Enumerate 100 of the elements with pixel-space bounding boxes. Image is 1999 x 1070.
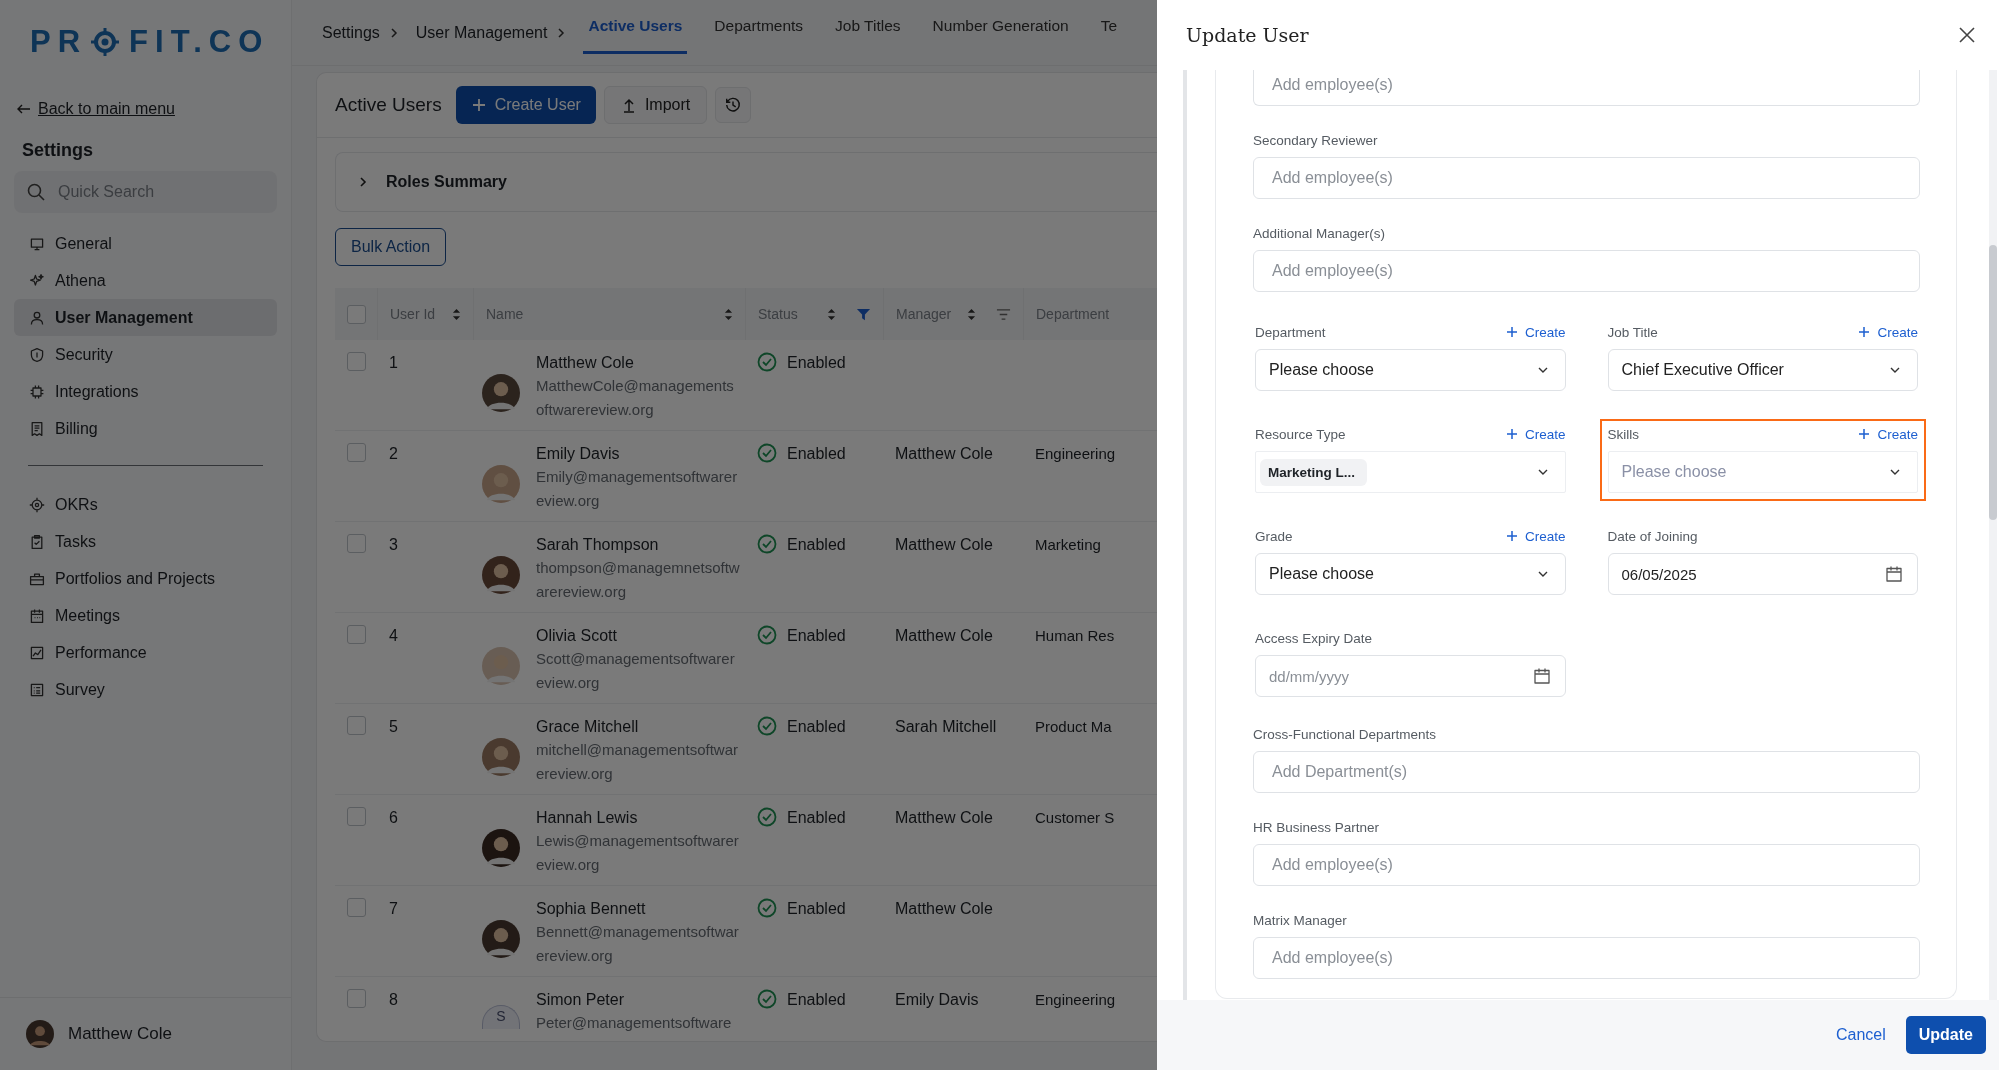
input-field[interactable]: Add Department(s) bbox=[1253, 751, 1920, 793]
check-circle-icon bbox=[757, 898, 777, 918]
sidebar-item[interactable]: Integrations bbox=[14, 373, 277, 410]
sort-icon[interactable] bbox=[967, 307, 976, 321]
select-field[interactable]: Please choose bbox=[1255, 553, 1566, 595]
plus-icon bbox=[470, 97, 487, 113]
clipboard-icon bbox=[29, 533, 45, 550]
checkbox[interactable] bbox=[347, 807, 366, 826]
chevron-icon bbox=[389, 27, 398, 38]
tab[interactable]: Te bbox=[1095, 1, 1123, 54]
tab[interactable]: Job Titles bbox=[830, 1, 906, 54]
user-name[interactable]: Simon Peter bbox=[536, 989, 741, 1011]
sidebar-item[interactable]: General bbox=[14, 225, 277, 262]
field-label: Secondary Reviewer bbox=[1253, 132, 1378, 148]
user-name[interactable]: Emily Davis bbox=[536, 443, 741, 465]
input-field[interactable]: Add employee(s) bbox=[1253, 937, 1920, 979]
sidebar-item[interactable]: User Management bbox=[14, 299, 277, 336]
back-link[interactable]: Back to main menu bbox=[16, 100, 277, 118]
user-name[interactable]: Sophia Bennett bbox=[536, 898, 741, 920]
create-user-button[interactable]: Create User bbox=[455, 86, 596, 124]
user-name[interactable]: Matthew Cole bbox=[68, 1024, 172, 1044]
status-text: Enabled bbox=[787, 808, 846, 828]
sidebar-item[interactable]: Meetings bbox=[14, 597, 277, 634]
manager-name: Matthew Cole bbox=[895, 444, 993, 464]
manager-name: Matthew Cole bbox=[895, 899, 993, 919]
tab[interactable]: Number Generation bbox=[927, 1, 1074, 54]
cancel-link[interactable]: Cancel bbox=[1835, 1026, 1886, 1044]
roles-summary[interactable]: Roles Summary bbox=[335, 152, 1157, 212]
status-text: Enabled bbox=[787, 444, 846, 464]
checkbox[interactable] bbox=[347, 989, 366, 1008]
user-name[interactable]: Sarah Thompson bbox=[536, 534, 741, 556]
create-link[interactable]: Create bbox=[1858, 426, 1918, 442]
sparkle-icon bbox=[29, 272, 45, 289]
close-icon[interactable] bbox=[1957, 25, 1977, 45]
checkbox[interactable] bbox=[347, 898, 366, 917]
create-link[interactable]: Create bbox=[1505, 426, 1566, 442]
sidebar-item[interactable]: Athena bbox=[14, 262, 277, 299]
sidebar-item[interactable]: Survey bbox=[14, 671, 277, 708]
user-name[interactable]: Matthew Cole bbox=[536, 352, 741, 374]
department-name: Customer S bbox=[1035, 808, 1115, 828]
filter-icon[interactable] bbox=[856, 306, 871, 322]
date-field[interactable]: dd/mm/yyyy bbox=[1255, 655, 1566, 697]
tab[interactable]: Active Users bbox=[583, 1, 688, 54]
user-id: 5 bbox=[389, 717, 398, 737]
checkbox[interactable] bbox=[347, 443, 366, 462]
logo-text: FIT.CO bbox=[129, 24, 270, 60]
user-name[interactable]: Grace Mitchell bbox=[536, 716, 741, 738]
checkbox[interactable] bbox=[347, 534, 366, 553]
checkbox[interactable] bbox=[347, 304, 366, 324]
sidebar-item[interactable]: Billing bbox=[14, 410, 277, 447]
input-field[interactable]: Add employee(s) bbox=[1253, 157, 1920, 199]
create-link[interactable]: Create bbox=[1505, 324, 1566, 340]
target-icon bbox=[29, 496, 45, 513]
breadcrumb[interactable]: User Management bbox=[415, 23, 548, 42]
sidebar-item[interactable]: Security bbox=[14, 336, 277, 373]
manager-name: Matthew Cole bbox=[895, 535, 993, 555]
filter-icon[interactable] bbox=[996, 306, 1011, 322]
chevron-icon bbox=[557, 27, 566, 38]
create-link[interactable]: Create bbox=[1858, 324, 1918, 340]
user-email: Bennett@managementsoftwarereview.org bbox=[536, 922, 740, 966]
import-button[interactable]: Import bbox=[603, 86, 708, 124]
user-id: 6 bbox=[389, 808, 398, 828]
sort-icon[interactable] bbox=[452, 307, 461, 321]
update-button[interactable]: Update bbox=[1905, 1016, 1986, 1054]
user-email: Emily@managementsoftwarereview.org bbox=[536, 467, 739, 511]
avatar bbox=[26, 1020, 54, 1048]
date-field[interactable]: 06/05/2025 bbox=[1607, 553, 1918, 595]
column-header: User Id bbox=[390, 306, 437, 322]
user-name[interactable]: Hannah Lewis bbox=[536, 807, 741, 829]
tab[interactable]: Departments bbox=[709, 1, 809, 54]
checkbox[interactable] bbox=[347, 352, 366, 371]
user-email: MatthewCole@managementsoftwarereview.org bbox=[536, 376, 735, 420]
plus-icon bbox=[1505, 326, 1518, 338]
checkbox[interactable] bbox=[347, 716, 366, 735]
avatar bbox=[482, 647, 520, 685]
breadcrumb[interactable]: Settings bbox=[322, 23, 380, 42]
sidebar-item[interactable]: OKRs bbox=[14, 486, 277, 523]
status-text: Enabled bbox=[787, 626, 846, 646]
sidebar-item[interactable]: Performance bbox=[14, 634, 277, 671]
input-field[interactable]: Add employee(s) bbox=[1253, 70, 1920, 106]
select-field[interactable]: Marketing L... bbox=[1255, 451, 1566, 493]
field-label: Access Expiry Date bbox=[1255, 630, 1373, 646]
sort-icon[interactable] bbox=[827, 307, 836, 321]
create-link[interactable]: Create bbox=[1505, 528, 1566, 544]
user-name[interactable]: Olivia Scott bbox=[536, 625, 741, 647]
select-field[interactable]: Chief Executive Officer bbox=[1607, 349, 1918, 391]
scrollbar-thumb[interactable] bbox=[1989, 245, 1997, 520]
input-field[interactable]: Add employee(s) bbox=[1253, 250, 1920, 292]
status-text: Enabled bbox=[787, 535, 846, 555]
select-field[interactable]: Please choose bbox=[1255, 349, 1566, 391]
select-field[interactable]: Please choose bbox=[1607, 451, 1918, 493]
sidebar-item[interactable]: Portfolios and Projects bbox=[14, 560, 277, 597]
user-email: Scott@managementsoftwarereview.org bbox=[536, 649, 736, 693]
checkbox[interactable] bbox=[347, 625, 366, 644]
input-field[interactable]: Add employee(s) bbox=[1253, 844, 1920, 886]
sort-icon[interactable] bbox=[724, 307, 733, 321]
department-name: Engineering bbox=[1035, 444, 1116, 464]
bulk-action-button[interactable]: Bulk Action bbox=[335, 228, 447, 266]
history-button[interactable] bbox=[715, 87, 752, 123]
sidebar-item[interactable]: Tasks bbox=[14, 523, 277, 560]
